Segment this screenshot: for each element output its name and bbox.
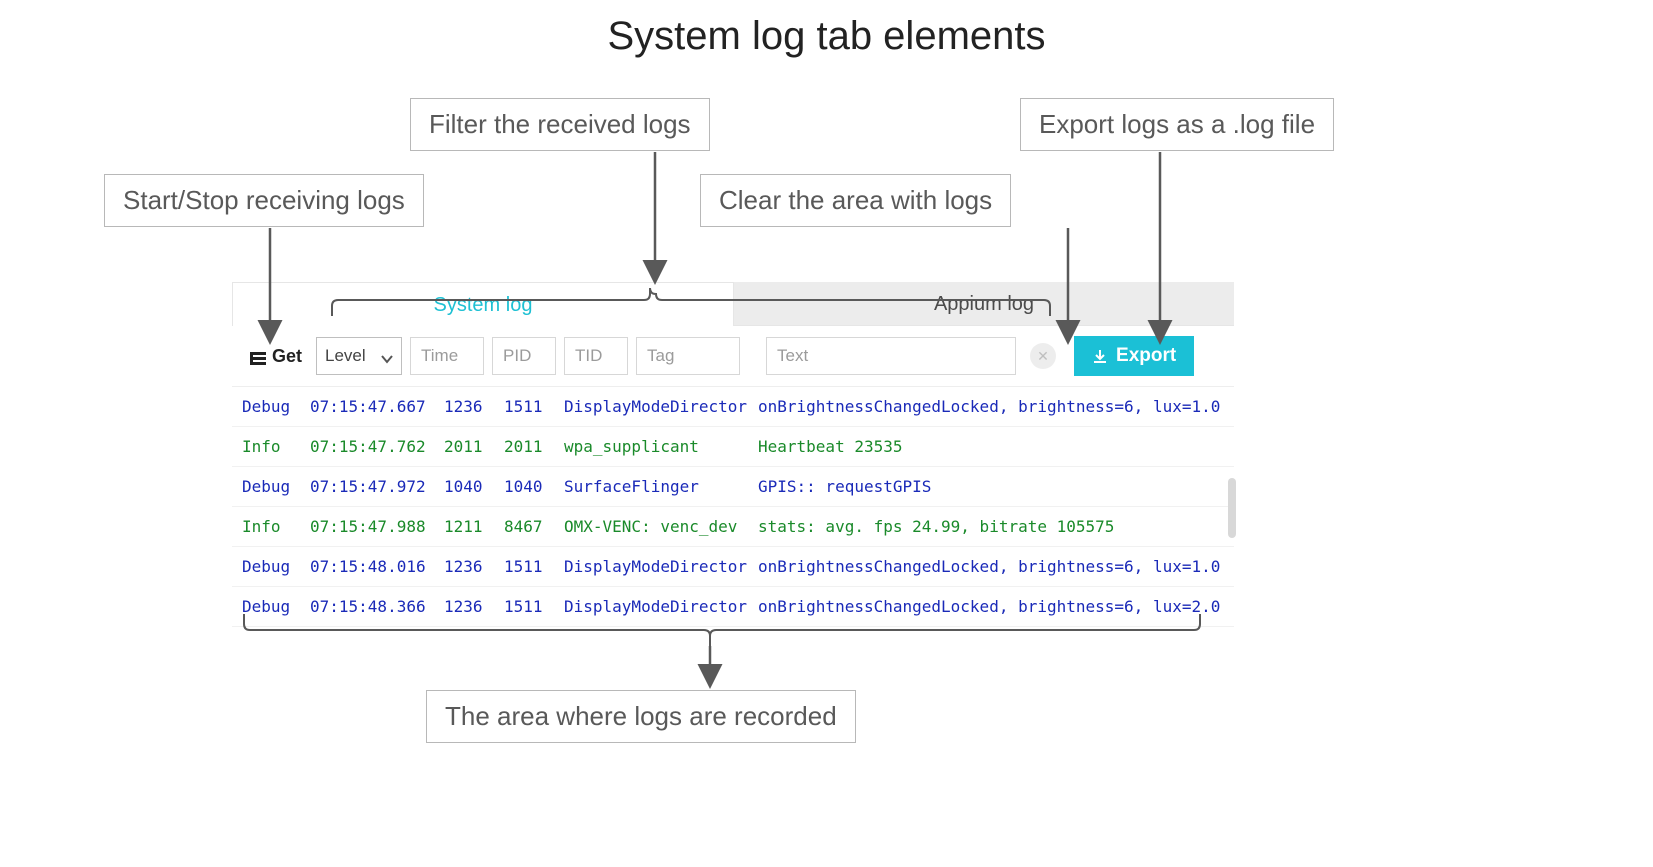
toolbar: Get Level ✕ Export (232, 326, 1234, 387)
log-tid: 1511 (504, 397, 550, 416)
log-row: Info 07:15:47.762 2011 2011 wpa_supplicant He… (232, 427, 1234, 467)
tab-system-log[interactable]: System log (232, 282, 734, 326)
log-area: Debug 07:15:47.667 1236 1511 DisplayModeDire… (232, 387, 1234, 627)
log-tag: wpa_supplicant (564, 437, 744, 456)
log-time: 07:15:48.366 (310, 597, 430, 616)
log-tag: DisplayModeDirector (564, 557, 744, 576)
log-time: 07:15:47.762 (310, 437, 430, 456)
log-row: Debug 07:15:47.667 1236 1511 DisplayModeDire… (232, 387, 1234, 427)
tid-input[interactable] (564, 337, 628, 375)
get-label: Get (272, 346, 302, 367)
log-pid: 1236 (444, 597, 490, 616)
log-tid: 2011 (504, 437, 550, 456)
scrollbar-thumb[interactable] (1228, 478, 1236, 538)
callout-area: The area where logs are recorded (426, 690, 856, 743)
level-label: Level (325, 346, 366, 366)
log-message: stats: avg. fps 24.99, bitrate 105575 (758, 517, 1224, 536)
log-row: Info 07:15:47.988 1211 8467 OMX-VENC: venc_d… (232, 507, 1234, 547)
chevron-down-icon (381, 350, 393, 362)
log-tid: 1511 (504, 597, 550, 616)
close-icon: ✕ (1037, 348, 1049, 365)
log-tag: DisplayModeDirector (564, 597, 744, 616)
log-level: Debug (242, 397, 296, 416)
log-time: 07:15:47.972 (310, 477, 430, 496)
log-pid: 1236 (444, 397, 490, 416)
log-panel: System log Appium log Get Level ✕ (232, 282, 1234, 627)
log-level: Debug (242, 597, 296, 616)
callout-export: Export logs as a .log file (1020, 98, 1334, 151)
log-pid: 1236 (444, 557, 490, 576)
get-button[interactable]: Get (244, 342, 308, 371)
tab-appium-log[interactable]: Appium log (734, 282, 1234, 326)
log-message: onBrightnessChangedLocked, brightness=6,… (758, 557, 1224, 576)
export-button[interactable]: Export (1074, 336, 1194, 376)
clear-button[interactable]: ✕ (1030, 343, 1056, 369)
log-time: 07:15:47.988 (310, 517, 430, 536)
download-icon (1092, 348, 1108, 364)
callout-filter: Filter the received logs (410, 98, 710, 151)
tag-input[interactable] (636, 337, 740, 375)
export-label: Export (1116, 345, 1176, 367)
page-title: System log tab elements (0, 14, 1653, 59)
log-level: Debug (242, 477, 296, 496)
log-tag: DisplayModeDirector (564, 397, 744, 416)
log-tid: 1511 (504, 557, 550, 576)
tabs: System log Appium log (232, 282, 1234, 326)
log-pid: 2011 (444, 437, 490, 456)
callout-clear: Clear the area with logs (700, 174, 1011, 227)
log-level: Debug (242, 557, 296, 576)
log-pid: 1040 (444, 477, 490, 496)
callout-start-stop: Start/Stop receiving logs (104, 174, 424, 227)
log-row: Debug 07:15:48.016 1236 1511 DisplayModeDire… (232, 547, 1234, 587)
log-level: Info (242, 517, 296, 536)
log-tid: 8467 (504, 517, 550, 536)
list-icon (250, 349, 266, 363)
pid-input[interactable] (492, 337, 556, 375)
time-input[interactable] (410, 337, 484, 375)
log-row: Debug 07:15:48.366 1236 1511 DisplayModeDire… (232, 587, 1234, 627)
log-message: onBrightnessChangedLocked, brightness=6,… (758, 597, 1224, 616)
text-input[interactable] (766, 337, 1016, 375)
log-tag: OMX-VENC: venc_dev (564, 517, 744, 536)
log-message: GPIS:: requestGPIS (758, 477, 1224, 496)
log-tid: 1040 (504, 477, 550, 496)
log-time: 07:15:48.016 (310, 557, 430, 576)
level-select[interactable]: Level (316, 337, 402, 375)
log-pid: 1211 (444, 517, 490, 536)
log-message: onBrightnessChangedLocked, brightness=6,… (758, 397, 1224, 416)
log-tag: SurfaceFlinger (564, 477, 744, 496)
log-message: Heartbeat 23535 (758, 437, 1224, 456)
log-level: Info (242, 437, 296, 456)
log-row: Debug 07:15:47.972 1040 1040 SurfaceFlinger G… (232, 467, 1234, 507)
log-time: 07:15:47.667 (310, 397, 430, 416)
